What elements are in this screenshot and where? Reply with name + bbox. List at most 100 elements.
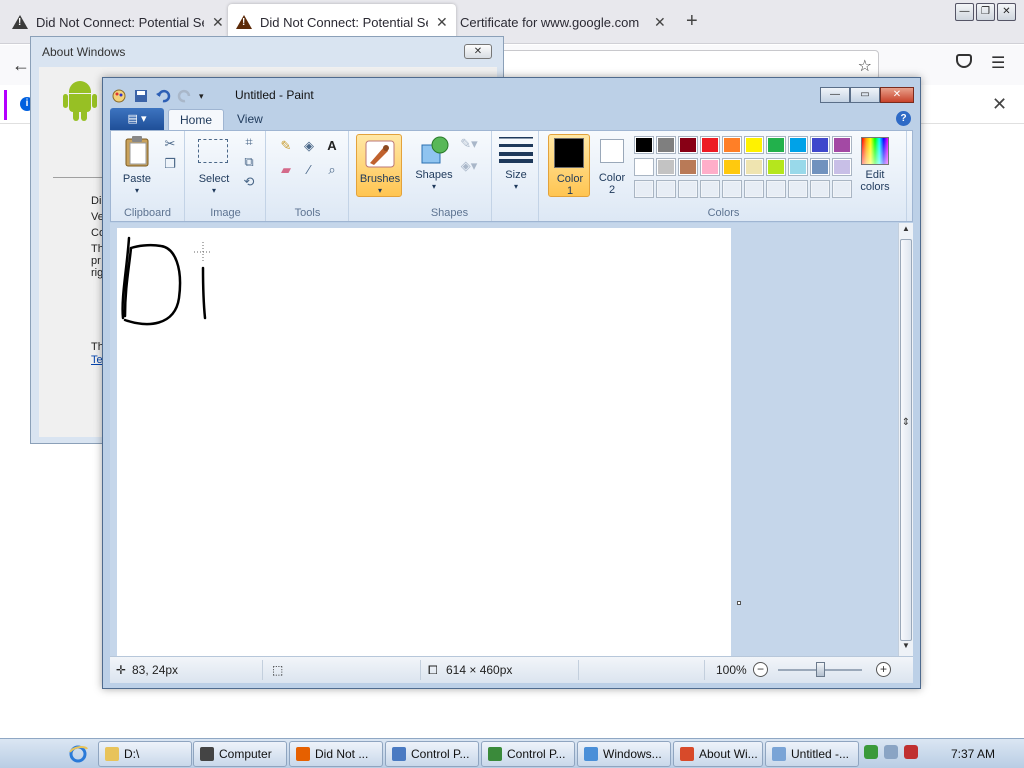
scroll-up-arrow-icon[interactable]: ▲	[899, 224, 913, 233]
close-button[interactable]: ✕	[997, 3, 1016, 21]
close-tab-icon[interactable]: ✕	[654, 14, 666, 31]
taskbar-button[interactable]: Did Not ...	[289, 741, 383, 767]
palette-color-swatch[interactable]	[766, 158, 786, 176]
paste-icon[interactable]	[123, 135, 153, 167]
palette-empty-swatch[interactable]	[678, 180, 698, 198]
palette-color-swatch[interactable]	[722, 136, 742, 154]
zoom-slider-thumb[interactable]	[816, 662, 825, 677]
rotate-icon[interactable]: ⟲	[240, 173, 258, 191]
palette-color-swatch[interactable]	[788, 136, 808, 154]
palette-empty-swatch[interactable]	[810, 180, 830, 198]
security-icon[interactable]	[864, 745, 878, 759]
restore-button[interactable]: ❐	[976, 3, 995, 21]
internet-explorer-icon[interactable]	[68, 744, 88, 764]
taskbar-button[interactable]: Windows...	[577, 741, 671, 767]
zoom-in-button[interactable]: +	[876, 662, 891, 677]
taskbar-button[interactable]: D:\	[98, 741, 192, 767]
clock[interactable]: 7:37 AM	[951, 747, 995, 761]
zoom-out-button[interactable]: −	[753, 662, 768, 677]
color1-button[interactable]: Color 1	[548, 134, 590, 197]
pencil-icon[interactable]: ✎	[277, 137, 295, 155]
taskbar-button[interactable]: Control P...	[385, 741, 479, 767]
palette-color-swatch[interactable]	[634, 158, 654, 176]
crop-icon[interactable]: ⌗	[240, 133, 258, 151]
palette-color-swatch[interactable]	[656, 136, 676, 154]
palette-empty-swatch[interactable]	[832, 180, 852, 198]
hamburger-menu-icon[interactable]: ☰	[991, 53, 1005, 73]
shapes-dropdown-icon[interactable]: ▾	[412, 181, 456, 193]
color2-button[interactable]: Color 2	[592, 134, 632, 197]
palette-color-swatch[interactable]	[700, 158, 720, 176]
url-bar[interactable]: ☆	[495, 50, 879, 80]
scroll-down-arrow-icon[interactable]: ▼	[899, 641, 913, 650]
new-tab-button[interactable]: +	[686, 10, 698, 33]
eraser-icon[interactable]: ▰	[277, 161, 295, 179]
close-button[interactable]: ✕	[880, 87, 914, 103]
palette-color-swatch[interactable]	[722, 158, 742, 176]
taskbar-button[interactable]: About Wi...	[673, 741, 763, 767]
help-icon[interactable]: ?	[896, 111, 911, 126]
tab-view[interactable]: View	[226, 109, 274, 130]
taskbar-button[interactable]: Untitled -...	[765, 741, 859, 767]
fill-bucket-icon[interactable]: ◈	[300, 137, 318, 155]
undo-icon[interactable]	[155, 88, 171, 104]
paint-file-menu-button[interactable]: ▤ ▾	[110, 108, 164, 130]
pocket-icon[interactable]	[956, 54, 972, 68]
select-icon[interactable]	[198, 139, 228, 163]
palette-color-swatch[interactable]	[788, 158, 808, 176]
close-tab-icon[interactable]: ✕	[436, 14, 448, 31]
palette-empty-swatch[interactable]	[722, 180, 742, 198]
edit-colors-icon[interactable]	[861, 137, 889, 165]
magnifier-icon[interactable]: ⌕	[323, 161, 341, 179]
palette-color-swatch[interactable]	[678, 158, 698, 176]
palette-empty-swatch[interactable]	[656, 180, 676, 198]
outline-icon[interactable]: ✎▾	[460, 135, 478, 153]
palette-color-swatch[interactable]	[744, 158, 764, 176]
redo-icon[interactable]	[177, 88, 193, 104]
network-icon[interactable]	[884, 745, 898, 759]
license-terms-link[interactable]: Te	[91, 354, 103, 366]
scroll-thumb[interactable]	[900, 239, 912, 641]
vertical-scrollbar[interactable]: ▲ ⇕ ▼	[898, 223, 913, 656]
browser-tab-1[interactable]: ! Did Not Connect: Potential Security Is…	[4, 4, 232, 40]
palette-color-swatch[interactable]	[656, 158, 676, 176]
canvas-resize-handle[interactable]	[737, 601, 741, 605]
taskbar-button[interactable]: Control P...	[481, 741, 575, 767]
palette-empty-swatch[interactable]	[634, 180, 654, 198]
palette-empty-swatch[interactable]	[700, 180, 720, 198]
color-picker-icon[interactable]: ⁄	[300, 161, 318, 179]
close-tab-icon[interactable]: ✕	[212, 14, 224, 31]
palette-color-swatch[interactable]	[832, 158, 852, 176]
brushes-button[interactable]: Brushes ▾	[356, 134, 402, 197]
dialog-close-button[interactable]: ✕	[464, 44, 492, 59]
palette-empty-swatch[interactable]	[766, 180, 786, 198]
customize-qat-icon[interactable]: ▾	[199, 91, 204, 102]
select-dropdown-icon[interactable]: ▾	[194, 185, 234, 197]
palette-color-swatch[interactable]	[810, 136, 830, 154]
palette-color-swatch[interactable]	[744, 136, 764, 154]
palette-empty-swatch[interactable]	[744, 180, 764, 198]
bookmark-star-icon[interactable]: ☆	[858, 56, 872, 76]
palette-empty-swatch[interactable]	[788, 180, 808, 198]
resize-icon[interactable]: ⧉	[240, 153, 258, 171]
volume-muted-icon[interactable]	[904, 745, 918, 759]
close-notification-icon[interactable]: ✕	[992, 94, 1007, 115]
minimize-button[interactable]: —	[955, 3, 974, 21]
text-tool-icon[interactable]: A	[323, 137, 341, 155]
palette-color-swatch[interactable]	[766, 136, 786, 154]
shapes-icon[interactable]	[418, 135, 450, 167]
palette-color-swatch[interactable]	[634, 136, 654, 154]
tab-home[interactable]: Home	[168, 109, 225, 130]
size-group[interactable]: Size ▾	[493, 131, 539, 221]
palette-color-swatch[interactable]	[700, 136, 720, 154]
taskbar-button[interactable]: Computer	[193, 741, 287, 767]
palette-color-swatch[interactable]	[678, 136, 698, 154]
browser-tab-3[interactable]: Certificate for www.google.com ✕	[452, 4, 674, 40]
cut-icon[interactable]: ✂	[161, 135, 179, 153]
minimize-button[interactable]: —	[820, 87, 850, 103]
fill-icon[interactable]: ◈▾	[460, 157, 478, 175]
back-arrow-icon[interactable]: ←	[12, 55, 30, 76]
maximize-button[interactable]: ▭	[850, 87, 880, 103]
drawing-canvas[interactable]	[117, 228, 731, 656]
save-icon[interactable]	[133, 88, 149, 104]
